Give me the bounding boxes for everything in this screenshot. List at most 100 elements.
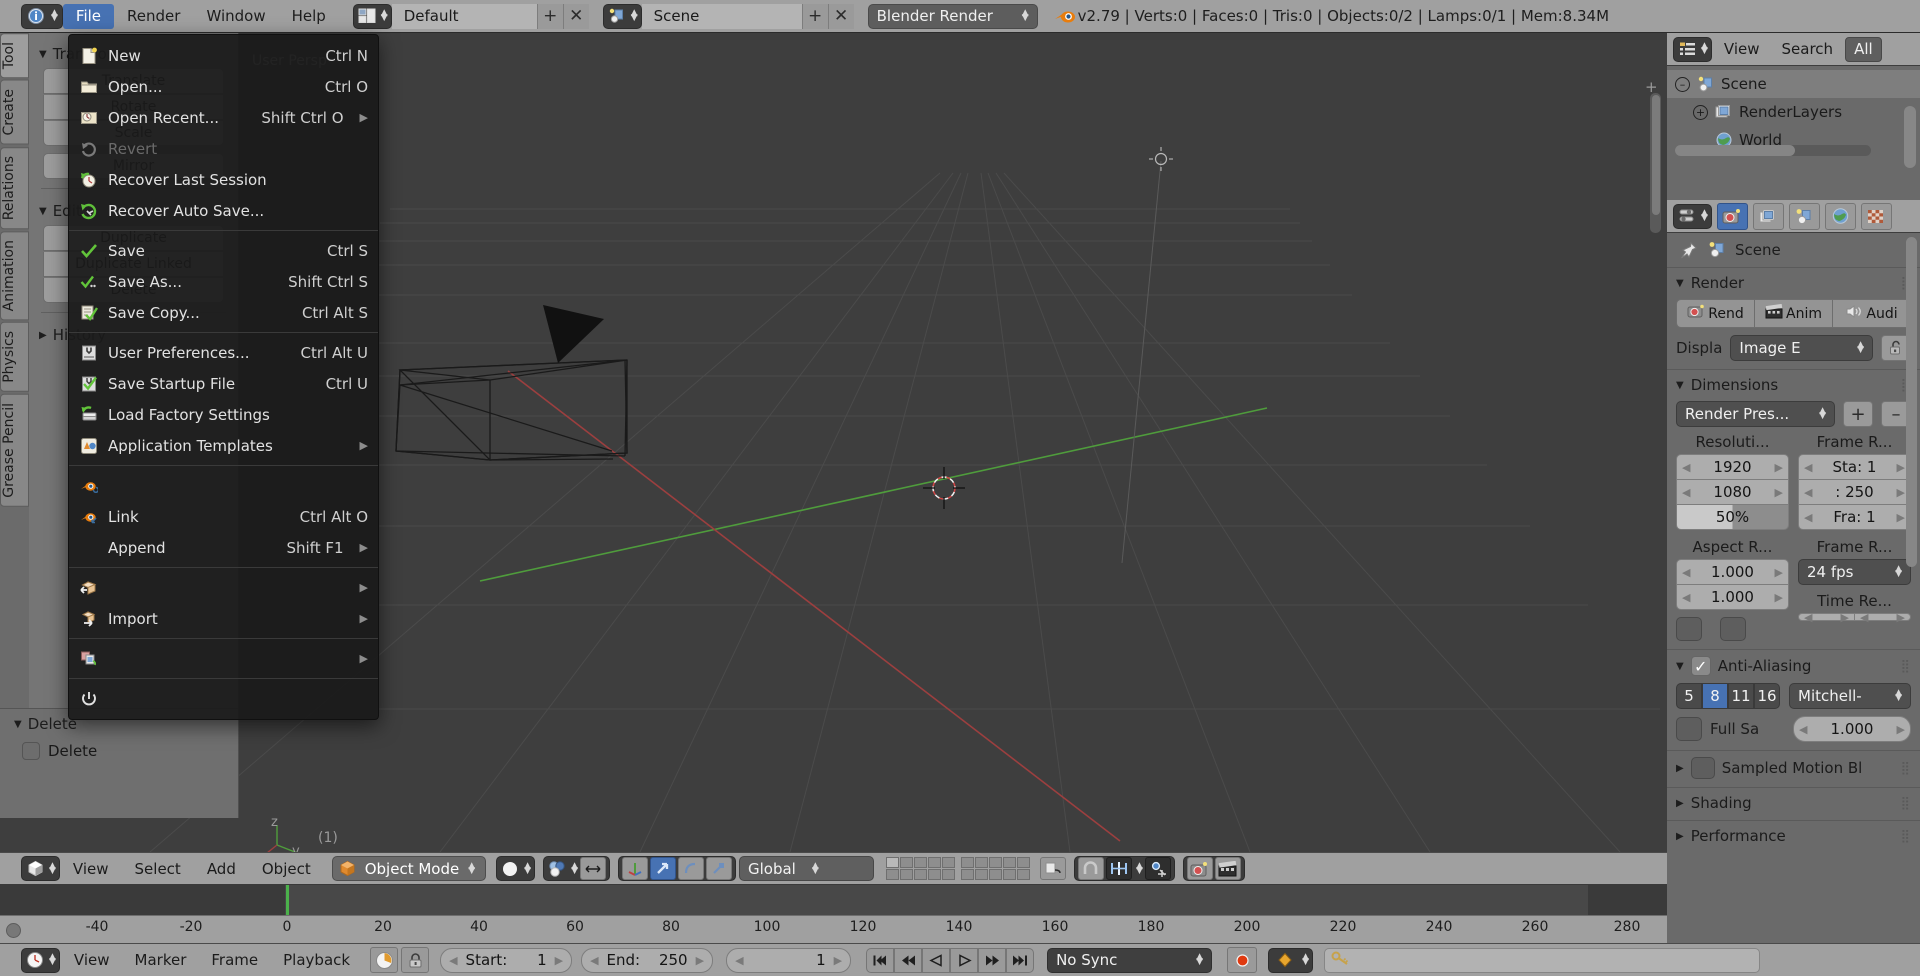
delete-layout-button[interactable]: ✕ <box>562 3 589 29</box>
panel-antialiasing-header[interactable]: ▼ ✓ Anti-Aliasing ⣿ <box>1676 656 1911 676</box>
frame-start-field[interactable]: ◀ Start: 1 ▶ <box>440 947 573 973</box>
delete-scene-button[interactable]: ✕ <box>827 3 854 29</box>
motion-blur-toggle[interactable] <box>1690 757 1715 779</box>
arrow-left-icon[interactable]: ◀ <box>1804 461 1812 474</box>
keyingset-diamond-icon[interactable] <box>1272 949 1298 972</box>
pin-icon[interactable] <box>1677 240 1699 260</box>
scale-manipulator-icon[interactable] <box>705 857 732 880</box>
menu-item-append[interactable]: Link Ctrl Alt O <box>69 501 378 532</box>
menu-help[interactable]: Help <box>279 4 339 29</box>
layer-cell[interactable] <box>974 869 988 880</box>
add-scene-button[interactable]: + <box>801 3 828 29</box>
outliner-display-mode[interactable]: All <box>1845 36 1882 62</box>
menu-item-user-preferences[interactable]: User Preferences... Ctrl Alt U <box>69 337 378 368</box>
panel-render-header[interactable]: ▼ Render ⣿ <box>1676 274 1911 292</box>
arrow-right-icon[interactable]: ▶ <box>1841 611 1849 624</box>
arrow-left-icon[interactable]: ◀ <box>1682 461 1690 474</box>
play-icon[interactable] <box>950 947 979 973</box>
editor-type-selector-timeline[interactable]: ▲ ▼ <box>21 947 60 973</box>
layer-cell[interactable] <box>988 857 1002 868</box>
menu-item-application-templates[interactable]: Application Templates ▶ <box>69 430 378 461</box>
viewport-menu-view[interactable]: View <box>60 856 122 881</box>
arrow-left-icon[interactable]: ◀ <box>449 954 457 967</box>
current-frame-field[interactable]: ◀ 1 ▶ <box>726 947 852 973</box>
aa-filter-dropdown[interactable]: Mitchell- ▲ ▼ <box>1789 683 1911 709</box>
arrow-right-icon[interactable]: ▶ <box>1897 611 1905 624</box>
rotate-manipulator-icon[interactable] <box>677 857 704 880</box>
expand-plus-icon[interactable]: + <box>1693 104 1708 120</box>
scene-selector[interactable]: ▲ ▼ <box>602 3 642 29</box>
manipulate-center-points-icon[interactable] <box>579 857 606 880</box>
layer-cell[interactable] <box>1002 869 1016 880</box>
properties-vertical-scrollbar[interactable] <box>1906 237 1917 567</box>
viewport-add-region-icon[interactable]: + <box>1645 78 1659 96</box>
viewport-shading-selector[interactable]: ▲ ▼ <box>496 856 536 881</box>
frame-start-field[interactable]: ◀ Sta: 1 ▶ <box>1798 454 1911 480</box>
arrow-left-icon[interactable]: ◀ <box>590 954 598 967</box>
frame-step-field[interactable]: ◀ Fra: 1 ▶ <box>1798 505 1911 530</box>
panel-performance-header[interactable]: ▶ Performance ⣿ <box>1676 827 1911 845</box>
pivot-point-selector[interactable]: ▲ ▼ <box>543 856 610 881</box>
menu-item-quit[interactable] <box>69 683 378 714</box>
magnet-icon[interactable] <box>1077 857 1104 880</box>
arrow-left-icon[interactable]: ◀ <box>1860 611 1868 624</box>
editor-type-selector-info[interactable]: ▲ ▼ <box>21 3 63 29</box>
menu-item-save[interactable]: Save Ctrl S <box>69 235 378 266</box>
grip-dots-icon[interactable]: ⣿ <box>1900 829 1911 844</box>
tab-relations[interactable]: Relations <box>0 146 29 230</box>
menu-window[interactable]: Window <box>193 4 278 29</box>
border-toggle[interactable] <box>1676 617 1702 641</box>
aa-sample-16[interactable]: 16 <box>1754 683 1780 709</box>
antialiasing-checkbox[interactable]: ✓ <box>1690 656 1711 676</box>
scene-layers[interactable] <box>885 857 1030 880</box>
add-preset-button[interactable]: + <box>1843 401 1873 427</box>
layer-cell[interactable] <box>974 857 988 868</box>
jump-back-icon[interactable] <box>894 947 923 973</box>
crop-toggle[interactable] <box>1720 617 1746 641</box>
menu-item-export[interactable]: Import ▶ <box>69 603 378 634</box>
render-engine-selector[interactable]: Blender Render ▲ ▼ <box>867 3 1038 29</box>
layer-cell[interactable] <box>941 869 955 880</box>
record-icon[interactable] <box>1227 947 1258 973</box>
aspect-x-field[interactable]: ◀ 1.000 ▶ <box>1676 559 1789 585</box>
viewport-menu-select[interactable]: Select <box>122 856 194 881</box>
viewport-menu-add[interactable]: Add <box>194 856 249 881</box>
timeline-scroll-knob[interactable] <box>6 923 21 938</box>
panel-shading[interactable]: ▶ Shading ⣿ <box>1667 787 1920 820</box>
aspect-y-field[interactable]: ◀ 1.000 ▶ <box>1676 585 1789 610</box>
outliner-vertical-scrollbar[interactable] <box>1904 106 1916 168</box>
panel-dimensions-header[interactable]: ▼ Dimensions ⣿ <box>1676 376 1911 394</box>
arrow-right-icon[interactable]: ▶ <box>1897 723 1905 736</box>
render-animation-button[interactable]: Anim <box>1755 299 1833 328</box>
menu-item-save-as[interactable]: Save As... Shift Ctrl S <box>69 266 378 297</box>
render-image-button[interactable]: Rend <box>1676 299 1755 328</box>
render-preset-dropdown[interactable]: Render Pres... ▲ ▼ <box>1676 401 1835 427</box>
add-layout-button[interactable]: + <box>536 3 563 29</box>
menu-item-data-previews[interactable]: Append Shift F1 ▶ <box>69 532 378 563</box>
arrow-right-icon[interactable]: ▶ <box>1897 511 1905 524</box>
render-audio-button[interactable]: Audi <box>1833 299 1911 328</box>
jump-to-start-icon[interactable] <box>866 947 895 973</box>
arrow-left-icon[interactable]: ◀ <box>1682 566 1690 579</box>
arrow-right-icon[interactable]: ▶ <box>1897 461 1905 474</box>
tab-grease-pencil[interactable]: Grease Pencil <box>0 394 29 507</box>
render-image-icon[interactable] <box>1186 857 1213 880</box>
layer-cell[interactable] <box>1016 869 1030 880</box>
time-remap-new-field[interactable]: ◀ ▶ <box>1855 611 1911 624</box>
full-sample-toggle[interactable] <box>1676 717 1702 741</box>
move-manipulator-icon[interactable] <box>649 857 676 880</box>
timeline-menu-marker[interactable]: Marker <box>124 951 198 969</box>
arrow-right-icon[interactable]: ▶ <box>555 954 563 967</box>
snap-group[interactable]: ▲ ▼ <box>1073 856 1175 881</box>
keying-set-field[interactable] <box>1324 947 1760 973</box>
menu-item-recover-auto-save[interactable]: Recover Auto Save... <box>69 195 378 226</box>
tab-create[interactable]: Create <box>0 80 29 145</box>
menu-item-load-factory-settings[interactable]: Load Factory Settings <box>69 399 378 430</box>
snap-target-icon[interactable] <box>1144 857 1171 880</box>
layer-cell[interactable] <box>913 869 927 880</box>
grip-dots-icon[interactable]: ⣿ <box>1900 761 1911 776</box>
outliner-menu-view[interactable]: View <box>1714 40 1770 58</box>
menu-item-open[interactable]: Open... Ctrl O <box>69 71 378 102</box>
renderlayers-tab[interactable] <box>1752 202 1784 230</box>
interaction-mode-selector[interactable]: Object Mode ▲ ▼ <box>331 856 487 881</box>
